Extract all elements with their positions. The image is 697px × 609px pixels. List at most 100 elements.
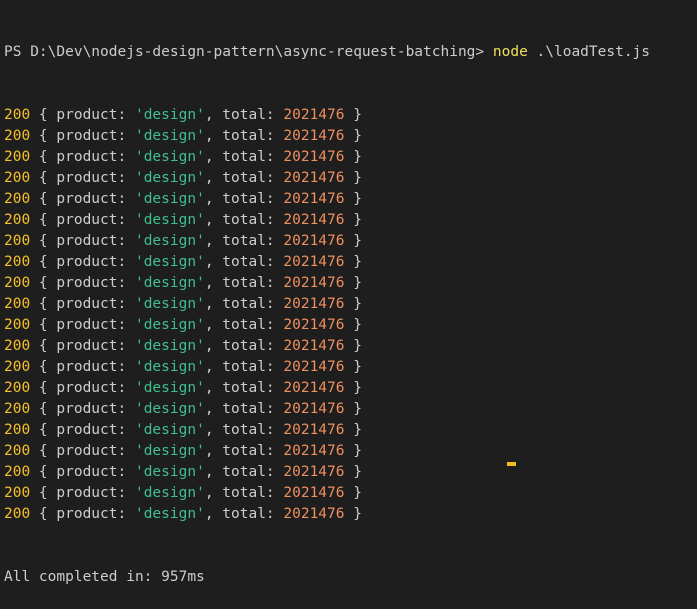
- prompt-args: .\loadTest.js: [527, 44, 651, 60]
- object-open: { product:: [30, 485, 135, 501]
- product-value: 'design': [134, 485, 205, 501]
- total-value: 2021476: [283, 422, 345, 438]
- response-line: 200 { product: 'design', total: 2021476 …: [4, 441, 697, 462]
- object-open: { product:: [30, 380, 135, 396]
- product-value: 'design': [134, 275, 205, 291]
- object-close: }: [344, 464, 362, 480]
- object-open: { product:: [30, 401, 135, 417]
- object-close: }: [344, 254, 362, 270]
- response-line: 200 { product: 'design', total: 2021476 …: [4, 294, 697, 315]
- object-close: }: [344, 443, 362, 459]
- object-separator: , total:: [204, 275, 284, 291]
- object-close: }: [344, 107, 362, 123]
- object-open: { product:: [30, 464, 135, 480]
- response-line: 200 { product: 'design', total: 2021476 …: [4, 210, 697, 231]
- total-value: 2021476: [283, 506, 345, 522]
- prompt-command: node: [492, 44, 528, 60]
- object-separator: , total:: [204, 422, 284, 438]
- object-separator: , total:: [204, 233, 284, 249]
- object-close: }: [344, 359, 362, 375]
- total-value: 2021476: [283, 275, 345, 291]
- product-value: 'design': [134, 401, 205, 417]
- object-separator: , total:: [204, 443, 284, 459]
- status-code: 200: [4, 485, 31, 501]
- product-value: 'design': [134, 380, 205, 396]
- object-close: }: [344, 485, 362, 501]
- object-open: { product:: [30, 296, 135, 312]
- object-open: { product:: [30, 191, 135, 207]
- object-separator: , total:: [204, 128, 284, 144]
- total-value: 2021476: [283, 317, 345, 333]
- total-value: 2021476: [283, 254, 345, 270]
- status-code: 200: [4, 191, 31, 207]
- object-separator: , total:: [204, 506, 284, 522]
- object-open: { product:: [30, 443, 135, 459]
- object-open: { product:: [30, 149, 135, 165]
- response-line: 200 { product: 'design', total: 2021476 …: [4, 105, 697, 126]
- product-value: 'design': [134, 170, 205, 186]
- status-code: 200: [4, 506, 31, 522]
- status-code: 200: [4, 422, 31, 438]
- object-separator: , total:: [204, 317, 284, 333]
- response-line: 200 { product: 'design', total: 2021476 …: [4, 420, 697, 441]
- response-line: 200 { product: 'design', total: 2021476 …: [4, 147, 697, 168]
- response-line: 200 { product: 'design', total: 2021476 …: [4, 315, 697, 336]
- total-value: 2021476: [283, 191, 345, 207]
- total-value: 2021476: [283, 212, 345, 228]
- product-value: 'design': [134, 338, 205, 354]
- total-value: 2021476: [283, 380, 345, 396]
- object-close: }: [344, 149, 362, 165]
- total-value: 2021476: [283, 170, 345, 186]
- object-close: }: [344, 212, 362, 228]
- status-code: 200: [4, 338, 31, 354]
- status-code: 200: [4, 380, 31, 396]
- status-code: 200: [4, 254, 31, 270]
- total-value: 2021476: [283, 338, 345, 354]
- product-value: 'design': [134, 422, 205, 438]
- response-line: 200 { product: 'design', total: 2021476 …: [4, 483, 697, 504]
- status-code: 200: [4, 212, 31, 228]
- total-value: 2021476: [283, 296, 345, 312]
- response-line: 200 { product: 'design', total: 2021476 …: [4, 168, 697, 189]
- object-separator: , total:: [204, 212, 284, 228]
- product-value: 'design': [134, 212, 205, 228]
- object-close: }: [344, 422, 362, 438]
- total-value: 2021476: [283, 233, 345, 249]
- product-value: 'design': [134, 359, 205, 375]
- product-value: 'design': [134, 191, 205, 207]
- object-separator: , total:: [204, 359, 284, 375]
- response-line: 200 { product: 'design', total: 2021476 …: [4, 462, 697, 483]
- response-line: 200 { product: 'design', total: 2021476 …: [4, 273, 697, 294]
- object-separator: , total:: [204, 380, 284, 396]
- status-code: 200: [4, 401, 31, 417]
- status-code: 200: [4, 107, 31, 123]
- object-open: { product:: [30, 422, 135, 438]
- status-code: 200: [4, 233, 31, 249]
- product-value: 'design': [134, 107, 205, 123]
- object-close: }: [344, 401, 362, 417]
- object-separator: , total:: [204, 254, 284, 270]
- response-line: 200 { product: 'design', total: 2021476 …: [4, 231, 697, 252]
- object-close: }: [344, 233, 362, 249]
- object-separator: , total:: [204, 296, 284, 312]
- object-close: }: [344, 191, 362, 207]
- object-open: { product:: [30, 233, 135, 249]
- object-open: { product:: [30, 170, 135, 186]
- product-value: 'design': [134, 317, 205, 333]
- prompt-line: PS D:\Dev\nodejs-design-pattern\async-re…: [4, 42, 697, 63]
- object-separator: , total:: [204, 485, 284, 501]
- total-value: 2021476: [283, 401, 345, 417]
- total-value: 2021476: [283, 485, 345, 501]
- object-open: { product:: [30, 317, 135, 333]
- object-close: }: [344, 128, 362, 144]
- product-value: 'design': [134, 233, 205, 249]
- response-line: 200 { product: 'design', total: 2021476 …: [4, 357, 697, 378]
- response-line: 200 { product: 'design', total: 2021476 …: [4, 126, 697, 147]
- object-open: { product:: [30, 359, 135, 375]
- total-value: 2021476: [283, 149, 345, 165]
- object-close: }: [344, 338, 362, 354]
- object-open: { product:: [30, 275, 135, 291]
- total-value: 2021476: [283, 359, 345, 375]
- terminal-output[interactable]: PS D:\Dev\nodejs-design-pattern\async-re…: [0, 0, 697, 585]
- product-value: 'design': [134, 443, 205, 459]
